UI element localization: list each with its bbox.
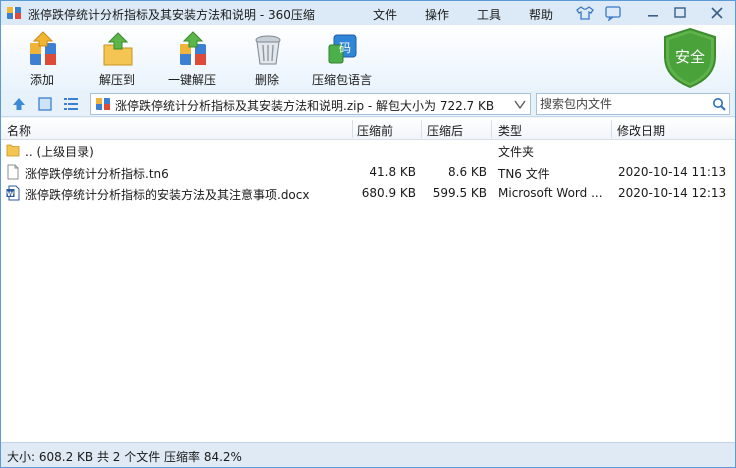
close-icon[interactable] — [706, 4, 728, 22]
archive-path-field[interactable]: 涨停跌停统计分析指标及其安装方法和说明.zip - 解包大小为 722.7 KB — [90, 93, 531, 115]
file-size: 680.9 KB — [361, 186, 416, 200]
file-type: TN6 文件 — [498, 167, 550, 181]
file-modified: 2020-10-14 11:13 — [618, 165, 727, 179]
file-name: 涨停跌停统计分析指标.tn6 — [25, 167, 169, 181]
file-size: 41.8 KB — [369, 165, 416, 179]
column-name[interactable]: 名称 — [7, 122, 31, 139]
file-packed-size: 599.5 KB — [432, 186, 487, 200]
language-code-icon: 码 — [328, 34, 357, 64]
chevron-down-icon[interactable] — [513, 96, 527, 112]
file-list: .. (上级目录) 文件夹 涨停跌停统计分析指标.tn6 41.8 KB 8.6… — [1, 140, 735, 442]
archive-language-label: 压缩包语言 — [311, 73, 372, 87]
extract-to-label: 解压到 — [98, 73, 135, 87]
title-bar: 涨停跌停统计分析指标及其安装方法和说明 - 360压缩 文件 操作 工具 帮助 — [1, 1, 735, 25]
column-modified[interactable]: 修改日期 — [617, 122, 665, 139]
list-item[interactable]: .. (上级目录) 文件夹 — [1, 140, 735, 161]
extract-folder-icon — [103, 32, 133, 66]
svg-text:W: W — [7, 190, 14, 198]
one-click-extract-label: 一键解压 — [167, 73, 216, 87]
add-label: 添加 — [29, 73, 54, 87]
list-item[interactable]: 涨停跌停统计分析指标.tn6 41.8 KB 8.6 KB TN6 文件 202… — [1, 162, 735, 183]
archive-language-button[interactable]: 码 压缩包语言 — [305, 29, 379, 89]
feedback-icon[interactable] — [604, 5, 622, 21]
maximize-icon[interactable] — [669, 4, 691, 22]
column-compressed[interactable]: 压缩前 — [357, 122, 393, 139]
extract-to-button[interactable]: 解压到 — [80, 29, 154, 89]
up-arrow-icon[interactable] — [11, 96, 27, 112]
column-packed[interactable]: 压缩后 — [427, 122, 463, 139]
file-icon — [7, 164, 19, 180]
one-click-extract-icon — [180, 31, 206, 65]
status-text: 大小: 608.2 KB 共 2 个文件 压缩率 84.2% — [7, 450, 242, 464]
security-shield-icon[interactable]: 安全 — [661, 27, 719, 89]
app-window: 涨停跌停统计分析指标及其安装方法和说明 - 360压缩 文件 操作 工具 帮助 — [0, 0, 736, 468]
file-modified: 2020-10-14 12:13 — [618, 186, 727, 200]
menu-tools[interactable]: 工具 — [477, 6, 501, 23]
list-item[interactable]: W 涨停跌停统计分析指标的安装方法及其注意事项.docx 680.9 KB 59… — [1, 183, 735, 204]
toolbar: 添加 解压到 一键解压 删除 码 压缩包语言 安全 — [1, 25, 735, 91]
file-type: 文件夹 — [498, 145, 535, 159]
language-icon-char: 码 — [339, 41, 351, 55]
menu-help[interactable]: 帮助 — [529, 6, 553, 23]
folder-icon — [6, 144, 20, 157]
one-click-extract-button[interactable]: 一键解压 — [155, 29, 229, 89]
search-input[interactable] — [540, 96, 708, 112]
minimize-icon[interactable] — [642, 4, 664, 22]
search-box — [536, 93, 730, 115]
window-title: 涨停跌停统计分析指标及其安装方法和说明 - 360压缩 — [28, 8, 315, 22]
column-header: 名称 压缩前 压缩后 类型 修改日期 — [1, 118, 735, 140]
word-doc-icon: W — [6, 185, 20, 201]
app-logo-icon — [7, 7, 21, 19]
security-badge-label: 安全 — [675, 48, 705, 66]
add-button[interactable]: 添加 — [5, 29, 79, 89]
add-archive-icon — [30, 31, 56, 65]
archive-path-text: 涨停跌停统计分析指标及其安装方法和说明.zip - 解包大小为 722.7 KB — [115, 99, 495, 113]
delete-button[interactable]: 删除 — [230, 29, 304, 89]
menu-operate[interactable]: 操作 — [425, 6, 449, 23]
trash-bin-icon — [255, 35, 281, 65]
zip-archive-icon — [96, 98, 110, 110]
search-icon[interactable] — [712, 97, 726, 111]
status-bar: 大小: 608.2 KB 共 2 个文件 压缩率 84.2% — [1, 442, 735, 467]
file-name: 涨停跌停统计分析指标的安装方法及其注意事项.docx — [25, 188, 310, 202]
file-type: Microsoft Word ... — [498, 186, 603, 200]
skin-shirt-icon[interactable] — [576, 5, 594, 21]
column-type[interactable]: 类型 — [498, 122, 522, 139]
file-name: .. (上级目录) — [25, 145, 94, 159]
menu-file[interactable]: 文件 — [373, 6, 397, 23]
file-packed-size: 8.6 KB — [448, 165, 487, 179]
list-view-icon[interactable] — [63, 96, 79, 112]
delete-label: 删除 — [254, 73, 279, 87]
thumbnail-view-icon[interactable] — [37, 96, 53, 112]
address-bar: 涨停跌停统计分析指标及其安装方法和说明.zip - 解包大小为 722.7 KB — [1, 91, 735, 117]
